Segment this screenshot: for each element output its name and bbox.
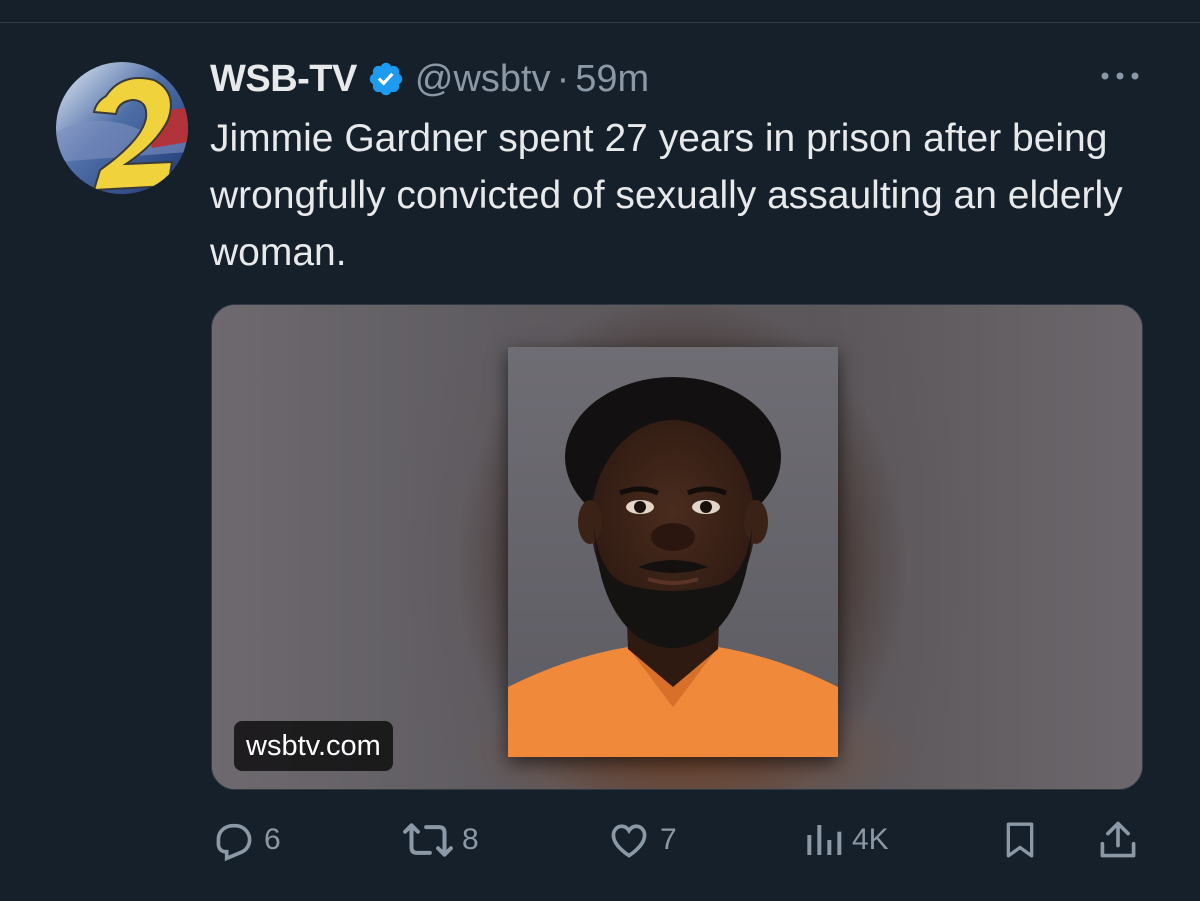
tweet-header: WSB-TV @wsbtv · 59m bbox=[210, 56, 649, 102]
share-icon bbox=[1100, 821, 1136, 858]
user-handle[interactable]: @wsbtv bbox=[415, 58, 551, 101]
divider bbox=[0, 22, 1200, 23]
display-name[interactable]: WSB-TV bbox=[210, 58, 357, 101]
views-button[interactable]: 4K bbox=[804, 812, 889, 868]
like-button[interactable]: 7 bbox=[606, 812, 677, 868]
bookmark-button[interactable] bbox=[1000, 812, 1040, 868]
reply-icon bbox=[216, 823, 252, 862]
heart-icon bbox=[611, 824, 647, 858]
reply-button[interactable]: 6 bbox=[212, 812, 281, 868]
retweet-count: 8 bbox=[462, 823, 479, 856]
retweet-icon bbox=[403, 823, 453, 857]
like-count: 7 bbox=[660, 823, 677, 856]
timestamp[interactable]: 59m bbox=[575, 58, 649, 101]
media-card[interactable]: wsbtv.com bbox=[211, 304, 1143, 790]
tweet-text: Jimmie Gardner spent 27 years in prison … bbox=[210, 117, 1123, 274]
views-chart-icon bbox=[807, 825, 842, 855]
verified-badge-icon bbox=[369, 62, 403, 96]
mugshot-photo bbox=[508, 347, 838, 757]
bookmark-icon bbox=[1006, 822, 1034, 858]
profile-avatar[interactable] bbox=[56, 62, 188, 194]
more-options-icon[interactable] bbox=[1098, 64, 1142, 88]
views-count: 4K bbox=[852, 823, 889, 856]
link-source-badge[interactable]: wsbtv.com bbox=[234, 721, 393, 771]
share-button[interactable] bbox=[1096, 812, 1140, 868]
reply-count: 6 bbox=[264, 823, 281, 856]
retweet-button[interactable]: 8 bbox=[402, 812, 479, 868]
separator-dot: · bbox=[556, 57, 570, 100]
